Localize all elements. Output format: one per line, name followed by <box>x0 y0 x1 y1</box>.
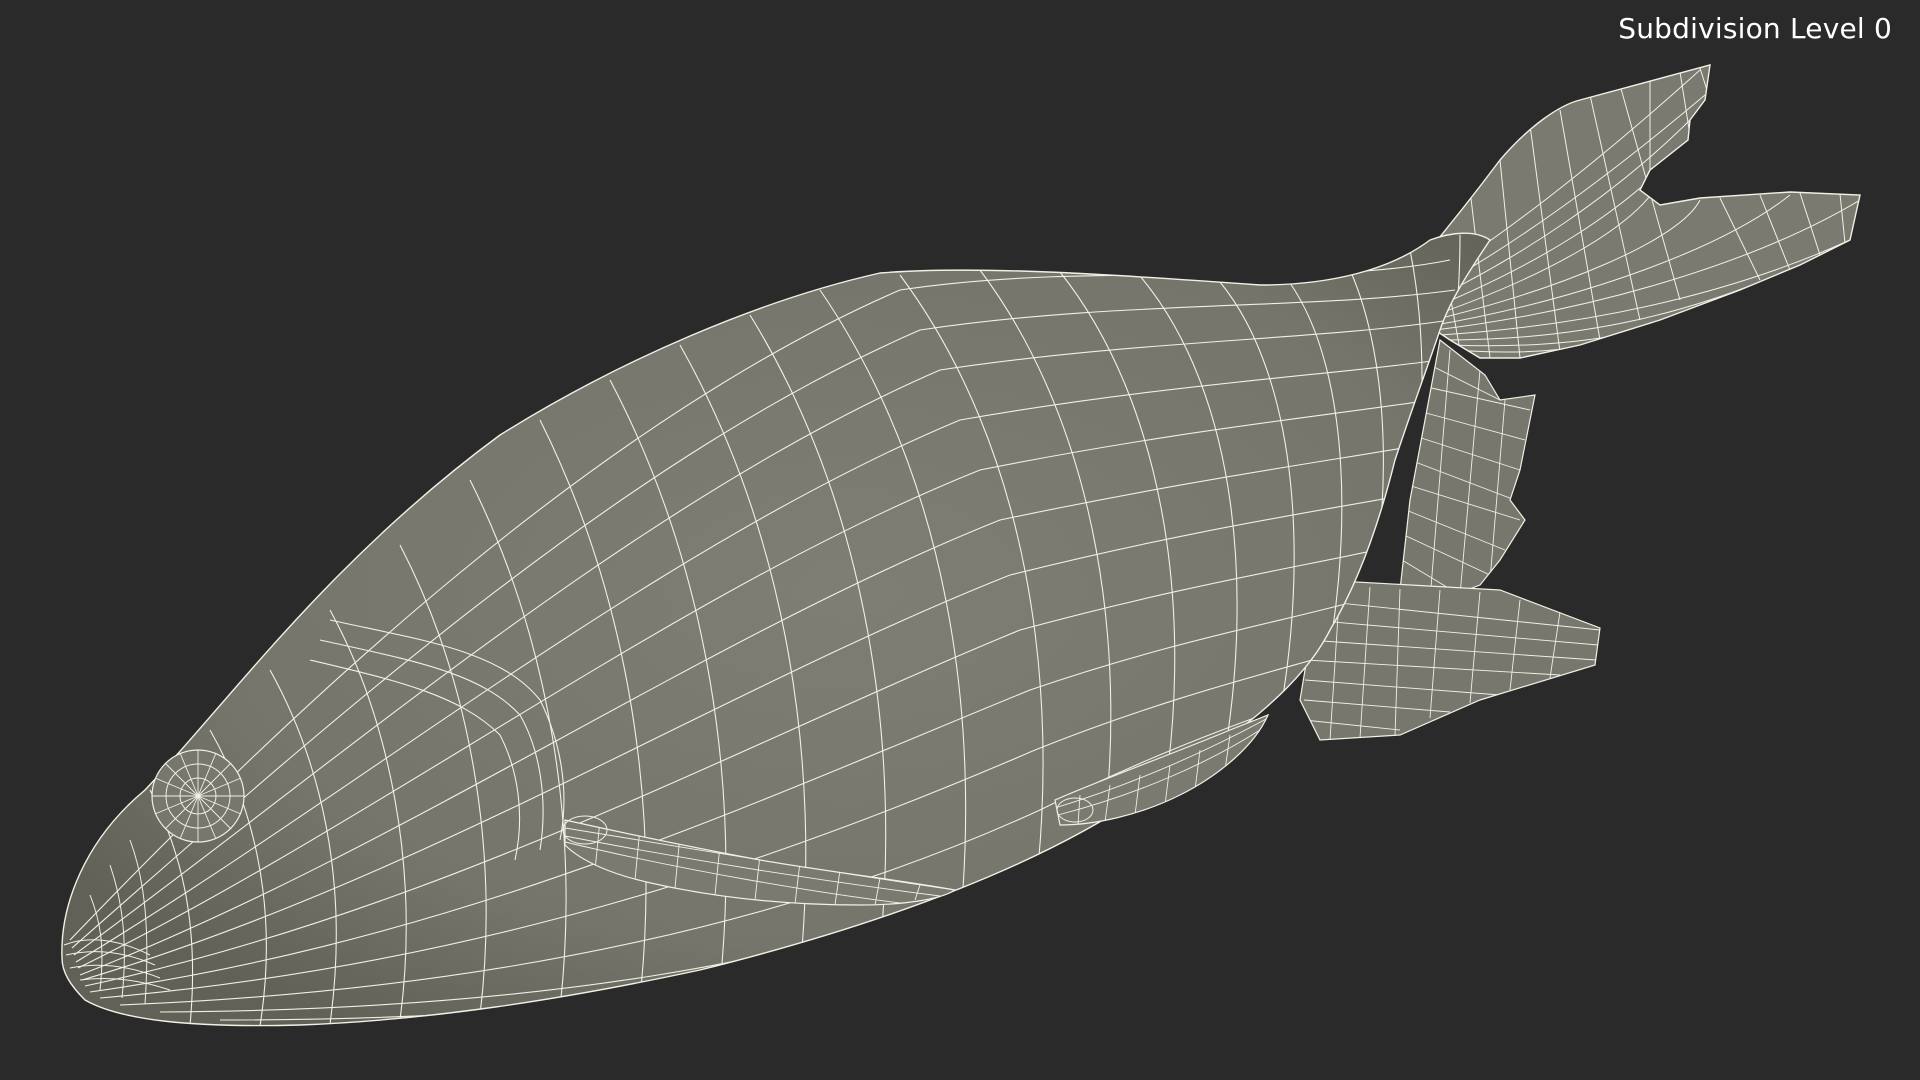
tail-fin <box>1394 64 1861 359</box>
subdivision-level-label: Subdivision Level 0 <box>1618 12 1892 45</box>
fish-eye <box>151 749 245 843</box>
fish-wireframe-model <box>61 64 1861 1027</box>
render-viewport: Subdivision Level 0 <box>0 0 1920 1080</box>
fish-body <box>61 232 1491 1027</box>
